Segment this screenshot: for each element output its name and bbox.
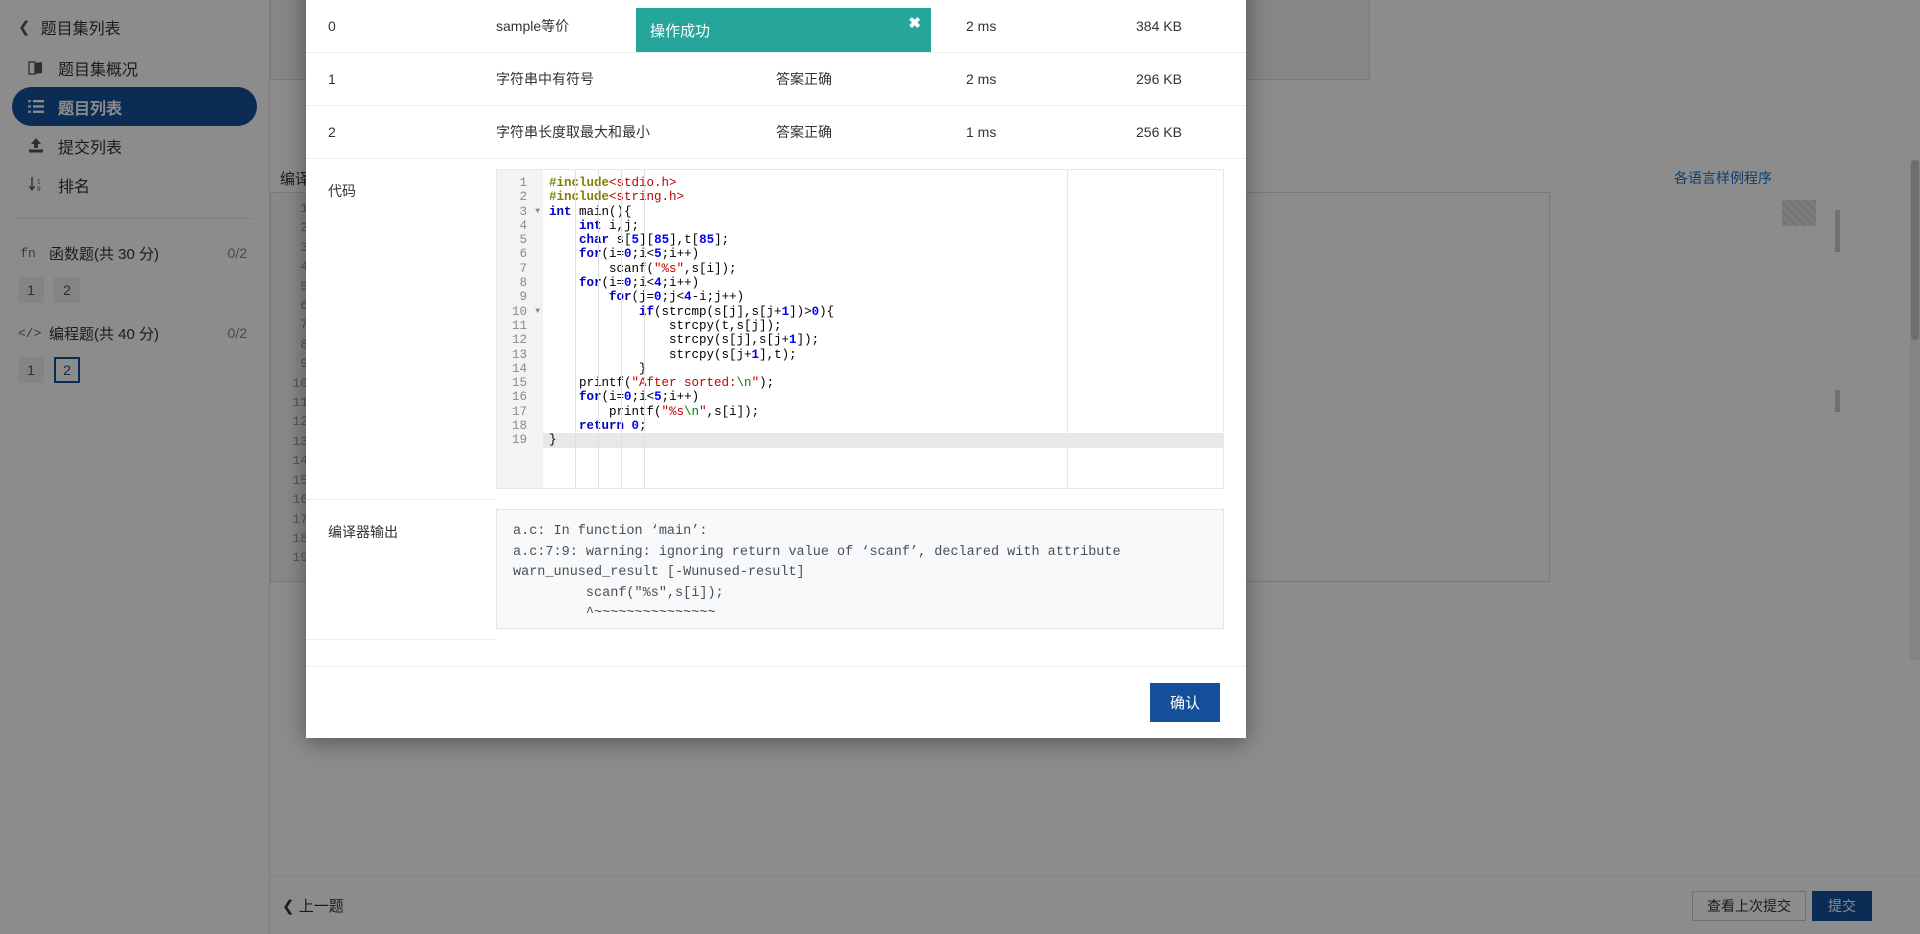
detail-body: 代码 1 2 3 ▼ 4 5 6 7 8 9 10 ▼ 11 12 13 14 15 16 17 18 19 #incl… [306,158,1246,640]
line-number: 7 [519,261,527,276]
fold-toggle-icon[interactable]: ▼ [535,305,540,319]
code-line: for(i=0;i<5;i++) [579,247,700,262]
line-number: 4 [519,218,527,233]
close-icon[interactable]: ✖ [908,16,921,31]
line-number: 2 [519,190,527,205]
compiler-output-text: a.c: In function ‘main’: a.c:7:9: warnin… [496,509,1224,629]
code-line: strcpy(s[j+1],t); [549,347,797,362]
line-number: 9 [519,290,527,305]
code-line: int i,j; [579,218,640,233]
code-line: return 0; [579,419,647,434]
code-line: for(j=0;j<4-i;j++) [609,290,745,305]
table-row: 2 字符串长度取最大和最小 答案正确 1 ms 256 KB [306,105,1246,159]
hint-cell: 字符串长度取最大和最小 [496,105,776,159]
memory-cell: 256 KB [1136,105,1246,159]
code-line: #include<string.h> [549,190,685,205]
toast-message: 操作成功 [650,22,711,40]
indent-guide [575,170,576,488]
code-line: strcpy(s[j],s[j+1]); [549,333,820,348]
screen: ❮ 题目集列表 题目集概况 题目列表 提交列表 1 9 排名 fn 函数题(共 … [0,0,1920,934]
code-cell: 1 2 3 ▼ 4 5 6 7 8 9 10 ▼ 11 12 13 14 15 16 17 18 19 #include… [496,159,1246,500]
line-number: 14 [511,361,527,376]
test-point-cell: 2 [306,105,496,159]
test-point-cell: 0 [306,0,496,53]
line-number: 18 [511,419,527,434]
print-margin-ruler [1067,170,1068,488]
verdict-cell: 答案正确 [776,105,966,159]
time-cell: 2 ms [966,52,1136,106]
code-line: char s[5][85],t[85]; [579,233,730,248]
code-line: scanf("%s",s[i]); [549,261,737,276]
line-number: 12 [511,333,527,348]
code-line: } [639,361,647,376]
code-line: printf("After sorted:\n"); [549,376,775,391]
modal-footer: 确认 [306,666,1246,738]
test-results-table: 测试点 提示 结果 用时 内存 0sample等价答案正确2 ms384 KB1… [306,0,1246,640]
line-number: 8 [519,276,527,291]
code-line: strcpy(t,s[j]); [549,318,782,333]
time-cell: 2 ms [966,0,1136,53]
success-toast: 操作成功 ✖ [636,8,931,52]
line-number: 3 ▼ [519,204,540,219]
code-line: int main(){ [549,204,632,219]
verdict-cell: 答案正确 [776,52,966,106]
modal-body: 测试点 提示 结果 用时 内存 0sample等价答案正确2 ms384 KB1… [306,0,1246,666]
compiler-output-label: 编译器输出 [306,499,496,640]
line-number: 19 [511,433,527,448]
code-line: for(i=0;i<5;i++) [579,390,700,405]
line-number: 1 [519,176,527,190]
code-content[interactable]: #include<stdio.h> #include<string.h> int m… [543,170,1223,488]
compiler-output-cell: a.c: In function ‘main’: a.c:7:9: warnin… [496,499,1246,639]
code-line: } [543,433,1223,448]
time-cell: 1 ms [966,105,1136,159]
line-number: 11 [511,318,527,333]
code-line: printf("%s\n",s[i]); [549,404,760,419]
code-row: 代码 1 2 3 ▼ 4 5 6 7 8 9 10 ▼ 11 12 13 14 15 16 17 18 19 #incl… [306,158,1246,500]
test-point-cell: 1 [306,52,496,106]
indent-guide [644,170,645,488]
indent-guide [598,170,599,488]
code-viewer[interactable]: 1 2 3 ▼ 4 5 6 7 8 9 10 ▼ 11 12 13 14 15 16 17 18 19 #include… [496,169,1224,489]
code-line-numbers: 1 2 3 ▼ 4 5 6 7 8 9 10 ▼ 11 12 13 14 15 16 17 18 19 [497,170,543,488]
compiler-output-row: 编译器输出 a.c: In function ‘main’: a.c:7:9: … [306,499,1246,640]
line-number: 16 [511,390,527,405]
indent-guide [621,170,622,488]
confirm-button[interactable]: 确认 [1149,683,1220,722]
code-line: if(strcmp(s[j],s[j+1])>0){ [639,304,835,319]
fold-toggle-icon[interactable]: ▼ [535,205,540,219]
code-label: 代码 [306,158,496,500]
table-row: 1 字符串中有符号 答案正确 2 ms 296 KB [306,52,1246,106]
memory-cell: 296 KB [1136,52,1246,106]
line-number: 17 [511,404,527,419]
line-number: 13 [511,347,527,362]
hint-cell: 字符串中有符号 [496,52,776,106]
code-line: #include<stdio.h> [549,176,677,190]
line-number: 5 [519,233,527,248]
code-line: for(i=0;i<4;i++) [579,276,700,291]
line-number: 6 [519,247,527,262]
line-number: 15 [511,376,527,391]
submission-result-modal: 测试点 提示 结果 用时 内存 0sample等价答案正确2 ms384 KB1… [306,0,1246,738]
line-number: 10 ▼ [511,304,540,319]
memory-cell: 384 KB [1136,0,1246,53]
